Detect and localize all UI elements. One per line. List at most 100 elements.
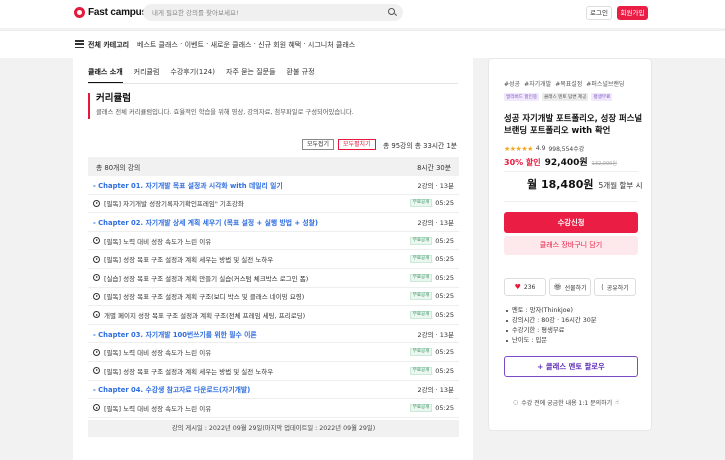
free-preview-badge[interactable]: 무료공개 xyxy=(409,255,433,264)
lesson-row[interactable]: [필독] 자기개발 성장기록자기확인프레임" 기초강좌 무료공개 05:25 xyxy=(88,195,459,214)
lesson-title: [필독] 성장 목표 구조 설정과 계획 세우는 방법 및 실전 노하우 xyxy=(104,256,274,265)
original-price: 132,000원 xyxy=(591,161,617,167)
discount-rate: 30% 할인 xyxy=(504,158,541,167)
play-icon[interactable] xyxy=(93,292,100,300)
free-preview-badge[interactable]: 무료공개 xyxy=(409,292,433,301)
play-icon[interactable] xyxy=(93,348,100,356)
lesson-row[interactable]: [필독] 성장 목표 구조 설정과 계획 구조(보디 박스 및 클래스 네이밍 … xyxy=(88,288,459,307)
tab-item[interactable]: 클래스 소개 xyxy=(88,67,123,83)
lesson-row[interactable]: [필독] 노력 대비 성장 속도가 느린 이유 무료공개 05:25 xyxy=(88,232,459,251)
lesson-left: [실습] 성장 목표 구조 설정과 계획 만들기 실습(커스텀 체크박스 로그인… xyxy=(93,273,308,283)
lesson-left: [필독] 성장 목표 구조 설정과 계획 세우는 방법 및 실전 노하우 xyxy=(93,366,273,376)
list-header: 총 80개의 강의 8시간 30분 xyxy=(88,157,459,176)
tab-item[interactable]: 환불 규정 xyxy=(287,67,315,83)
collapse-all-button[interactable]: 모두접기 xyxy=(302,139,335,150)
lesson-duration: 05:25 xyxy=(435,348,454,357)
lesson-left: [필독] 성장 목표 구조 설정과 계획 세우는 방법 및 실전 노하우 xyxy=(93,254,273,264)
chapter-row[interactable]: - Chapter 02. 자기개발 상세 계획 세우기 (목표 설정 + 실행… xyxy=(88,213,459,232)
total-duration: 8시간 30분 xyxy=(417,163,451,172)
free-preview-badge[interactable]: 무료공개 xyxy=(409,273,433,282)
lesson-title: 개별 페이지 성장 목표 구조 설정과 계획 구조(전체 프레임 세팅, 프리로… xyxy=(104,311,306,320)
lesson-left: [필독] 노력 대비 성장 속도가 느린 이유 xyxy=(93,347,211,357)
course-info: 멘토 : 망자(Thinkjoe) 강의시간 : 80강 · 16시간 30분 … xyxy=(506,306,597,346)
nav-link[interactable]: 시그니처 클래스 xyxy=(308,40,355,50)
chapter-meta: 2강의 · 13분 xyxy=(417,330,454,339)
hashtag[interactable]: #성공 xyxy=(504,79,520,88)
play-icon[interactable] xyxy=(93,404,100,412)
nav-link[interactable]: 신규 회원 혜택 xyxy=(258,40,301,50)
play-icon[interactable] xyxy=(93,274,100,282)
login-button[interactable]: 로그인 xyxy=(586,6,612,20)
chapter-row[interactable]: - Chapter 03. 자기개발 100번쓰기를 위한 필수 이론 2강의 ·… xyxy=(88,325,459,344)
nav-link[interactable]: 베스트 클래스 xyxy=(137,40,178,50)
lesson-title: [필독] 성장 목표 구조 설정과 계획 세우는 방법 및 실전 노하우 xyxy=(104,367,274,376)
search-input[interactable] xyxy=(143,4,373,21)
expand-all-button[interactable]: 모두펼치기 xyxy=(338,139,376,150)
lesson-duration: 05:25 xyxy=(435,236,454,245)
all-categories-link[interactable]: 전체 카테고리 xyxy=(88,40,129,50)
lesson-left: [필독] 자기개발 성장기록자기확인프레임" 기초강좌 xyxy=(93,198,244,208)
free-preview-badge[interactable]: 무료공개 xyxy=(409,199,433,208)
gift-label: 선물하기 xyxy=(564,284,587,292)
early-bird-badge: 얼리버드 할인중 xyxy=(504,93,540,101)
star-icon: ★★★★★ xyxy=(504,144,533,153)
play-icon[interactable] xyxy=(93,199,100,207)
signup-button[interactable]: 회원가입 xyxy=(617,6,648,20)
share-button[interactable]: ⟨ 공유하기 xyxy=(594,278,636,296)
tab-item[interactable]: 수강후기(124) xyxy=(170,67,215,83)
lesson-left: 개별 페이지 성장 목표 구조 설정과 계획 구조(전체 프레임 세팅, 프리로… xyxy=(93,310,305,320)
hashtag[interactable]: #퍼스널브랜딩 xyxy=(586,79,624,88)
qna-link[interactable]: ◌ 수강 전에 궁금한 내용 1:1 문의하기 ☝ xyxy=(513,398,619,407)
chapter-row[interactable]: - Chapter 04. 수강생 참고자료 다운로드(자기개발) 2강의 · 1… xyxy=(88,381,459,400)
free-preview-badge[interactable]: 무료공개 xyxy=(409,366,433,375)
lesson-row[interactable]: [필독] 노력 대비 성장 속도가 느린 이유 무료공개 05:25 xyxy=(88,399,459,418)
gift-icon: 🎁︎ xyxy=(553,283,562,291)
badges: 얼리버드 할인중 클래스 멘토 답변 제공 평생무료 xyxy=(504,93,613,101)
detail-tabs: 클래스 소개 커리큘럼 수강후기(124) 자주 묻는 질문들 환불 규정 xyxy=(88,67,315,83)
follow-mentor-button[interactable]: + 클래스 멘토 팔로우 xyxy=(504,356,638,377)
level-info: 난이도 : 입문 xyxy=(506,336,597,346)
rating: ★★★★★ 4.9 998,554수강 xyxy=(504,144,585,154)
lesson-duration: 05:25 xyxy=(435,199,454,208)
curriculum-list: 총 80개의 강의 8시간 30분 - Chapter 01. 자기개발 목표 … xyxy=(88,157,459,437)
logo[interactable]: Fast campus xyxy=(74,7,147,18)
search-icon[interactable] xyxy=(388,8,395,15)
tab-item[interactable]: 커리큘럼 xyxy=(134,67,160,83)
nav-separator: · xyxy=(301,40,308,48)
purchase-card: #성공 #자기개발 #목표설정 #퍼스널브랜딩 얼리버드 할인중 클래스 멘토 답변 … xyxy=(488,58,652,431)
lesson-row[interactable]: [필독] 성장 목표 구조 설정과 계획 세우는 방법 및 실전 노하우 무료공개… xyxy=(88,362,459,381)
chapter-row[interactable]: - Chapter 01. 자기개발 목표 설정과 시각화 with 데일리 일… xyxy=(88,176,459,195)
lesson-duration: 05:25 xyxy=(435,403,454,412)
free-preview-badge[interactable]: 무료공개 xyxy=(409,236,433,245)
mentor-answer-badge: 클래스 멘토 답변 제공 xyxy=(542,93,589,101)
play-icon[interactable] xyxy=(93,311,100,319)
apply-button[interactable]: 수강신청 xyxy=(504,212,638,233)
hashtag[interactable]: #자기개발 xyxy=(524,79,551,88)
free-preview-badge[interactable]: 무료공개 xyxy=(409,348,433,357)
duration-info: 강의시간 : 80강 · 16시간 30분 xyxy=(506,316,597,326)
menu-icon[interactable] xyxy=(75,40,84,49)
lesson-row[interactable]: [실습] 성장 목표 구조 설정과 계획 만들기 실습(커스텀 체크박스 로그인… xyxy=(88,269,459,288)
play-icon[interactable] xyxy=(93,237,100,245)
lesson-row[interactable]: [필독] 노력 대비 성장 속도가 느린 이유 무료공개 05:25 xyxy=(88,343,459,362)
nav-link[interactable]: 새로운 클래스 xyxy=(211,40,252,50)
nav-link[interactable]: 이벤트 xyxy=(185,40,204,50)
lesson-duration: 05:25 xyxy=(435,292,454,301)
like-button[interactable]: ♥ 236 xyxy=(504,278,546,296)
share-icon: ⟨ xyxy=(601,283,604,291)
hashtag[interactable]: #목표설정 xyxy=(555,79,582,88)
gift-button[interactable]: 🎁︎ 선물하기 xyxy=(549,278,591,296)
divider xyxy=(504,201,638,202)
play-icon[interactable] xyxy=(93,367,100,375)
tab-item[interactable]: 자주 묻는 질문들 xyxy=(226,67,276,83)
free-preview-badge[interactable]: 무료공개 xyxy=(409,310,433,319)
review-count: 998,554수강 xyxy=(548,146,585,153)
free-preview-badge[interactable]: 무료공개 xyxy=(409,403,433,412)
lesson-row[interactable]: [필독] 성장 목표 구조 설정과 계획 세우는 방법 및 실전 노하우 무료공개… xyxy=(88,250,459,269)
play-icon[interactable] xyxy=(93,255,100,263)
lesson-row[interactable]: 개별 페이지 성장 목표 구조 설정과 계획 구조(전체 프레임 세팅, 프리로… xyxy=(88,306,459,325)
qna-label: 수강 전에 궁금한 내용 1:1 문의하기 xyxy=(521,400,613,407)
lesson-duration: 05:25 xyxy=(435,310,454,319)
add-to-cart-button[interactable]: 클래스 장바구니 담기 xyxy=(504,236,638,255)
chapter-meta: 2강의 · 13분 xyxy=(417,181,454,190)
